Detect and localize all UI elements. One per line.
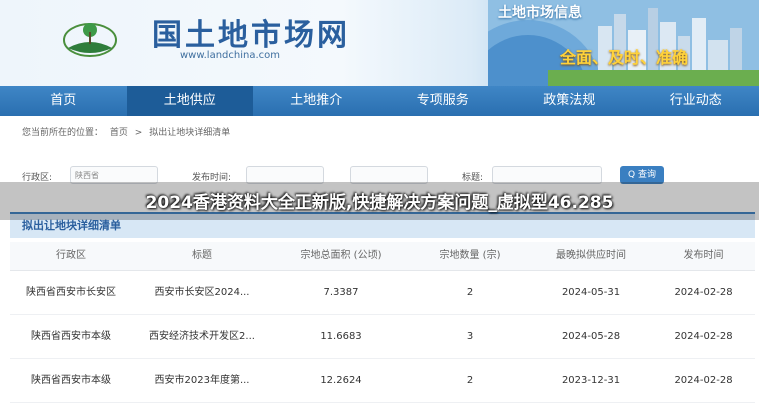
table-row[interactable]: 陕西省西安市本级 西安市2023年度第... 12.2624 2 2023-12…	[10, 359, 755, 403]
col-header-region: 行政区	[10, 242, 132, 270]
table-row[interactable]: 陕西省西安市本级 西安经济技术开发区2... 11.6683 3 2024-05…	[10, 315, 755, 359]
nav-item-policies[interactable]: 政策法规	[506, 86, 633, 116]
landchina-logo-icon[interactable]	[62, 18, 118, 64]
cell-title-link[interactable]: 西安市长安区2024...	[132, 271, 272, 314]
cell-title-link[interactable]: 西安经济技术开发区2...	[132, 315, 272, 358]
nav-item-land-supply[interactable]: 土地供应	[127, 86, 254, 116]
cell-title-link[interactable]: 西安市2023年度第...	[132, 359, 272, 402]
cell-latest-supply-time: 2024-05-31	[530, 271, 652, 314]
cell-total-area: 7.3387	[272, 271, 410, 314]
cell-total-area: 12.2624	[272, 359, 410, 402]
table-header-row: 行政区 标题 宗地总面积 (公顷) 宗地数量 (宗) 最晚拟供应时间 发布时间	[10, 242, 755, 271]
cell-publish-time: 2024-02-28	[652, 315, 755, 358]
cell-region: 陕西省西安市长安区	[10, 271, 132, 314]
cell-latest-supply-time: 2023-12-31	[530, 359, 652, 402]
col-header-latest-supply-time: 最晚拟供应时间	[530, 242, 652, 270]
site-title: 国土地市场网	[152, 10, 350, 54]
col-header-total-area: 宗地总面积 (公顷)	[272, 242, 410, 270]
main-nav: 首页 土地供应 土地推介 专项服务 政策法规 行业动态	[0, 86, 759, 116]
nav-item-industry-news[interactable]: 行业动态	[633, 86, 759, 116]
overlay-headline: 2024香港资料大全正新版,快捷解决方案问题_虚拟型46.285	[0, 188, 759, 213]
cell-region: 陕西省西安市本级	[10, 315, 132, 358]
cell-publish-time: 2024-02-28	[652, 359, 755, 402]
cell-region: 陕西省西安市本级	[10, 359, 132, 402]
table-row[interactable]: 陕西省西安市长安区 西安市长安区2024... 7.3387 2 2024-05…	[10, 271, 755, 315]
cell-publish-time: 2024-02-28	[652, 271, 755, 314]
breadcrumb-home-link[interactable]: 首页	[110, 128, 128, 138]
nav-item-special-services[interactable]: 专项服务	[380, 86, 507, 116]
cell-parcel-count: 3	[410, 315, 530, 358]
col-header-title: 标题	[132, 242, 272, 270]
nav-item-land-promotion[interactable]: 土地推介	[253, 86, 380, 116]
cell-parcel-count: 2	[410, 359, 530, 402]
breadcrumb-separator: >	[135, 128, 143, 138]
breadcrumb-current: 拟出让地块详细清单	[149, 128, 230, 138]
site-header: 国土地市场网 www.landchina.com 土地市场信息 全面、及时、准确	[0, 0, 759, 86]
cell-total-area: 11.6683	[272, 315, 410, 358]
banner-title: 土地市场信息	[498, 2, 582, 22]
cell-parcel-count: 2	[410, 271, 530, 314]
breadcrumb: 您当前所在的位置： 首页 > 拟出让地块详细清单	[22, 125, 234, 138]
nav-item-home[interactable]: 首页	[0, 86, 127, 116]
cell-latest-supply-time: 2024-05-28	[530, 315, 652, 358]
col-header-publish-time: 发布时间	[652, 242, 755, 270]
land-parcel-table: 行政区 标题 宗地总面积 (公顷) 宗地数量 (宗) 最晚拟供应时间 发布时间 …	[10, 242, 755, 403]
site-url: www.landchina.com	[180, 50, 280, 61]
col-header-parcel-count: 宗地数量 (宗)	[410, 242, 530, 270]
banner-slogan: 全面、及时、准确	[560, 44, 688, 68]
breadcrumb-prefix: 您当前所在的位置：	[22, 128, 103, 138]
